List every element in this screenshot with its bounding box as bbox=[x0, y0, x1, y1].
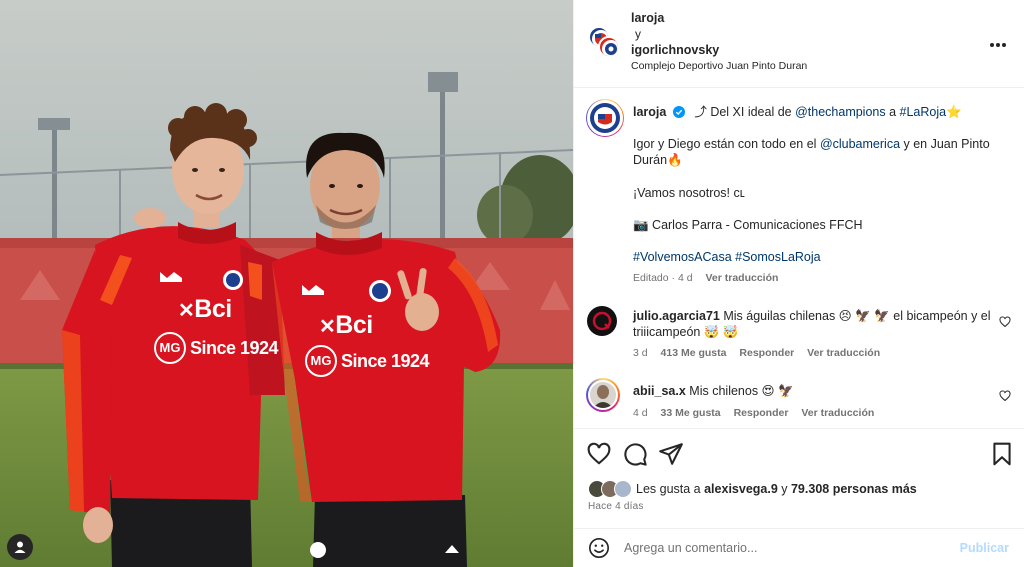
sponsor-name: Bci bbox=[194, 295, 232, 323]
mg-logo: MG bbox=[305, 345, 337, 377]
caption-text-2b: y en Juan Pinto bbox=[900, 137, 990, 151]
comment-text: Mis águilas chilenas 😣 🦅 🦅 el bicampeón … bbox=[719, 309, 991, 323]
mention-thechampions[interactable]: @thechampions bbox=[795, 105, 886, 119]
caption-avatar[interactable] bbox=[587, 100, 623, 136]
fire-emoji: 🔥 bbox=[667, 153, 683, 167]
caption-text-1: Del XI ideal de bbox=[706, 105, 796, 119]
heart-icon[interactable] bbox=[999, 316, 1011, 328]
post-time[interactable]: Hace 4 días bbox=[588, 501, 644, 512]
post-image[interactable]: ✕Bci MG Since 1924 ✕Bci MG Since 1924 bbox=[0, 0, 573, 567]
caption-credit: 📷 Carlos Parra - Comunicaciones FFCH bbox=[633, 218, 863, 232]
author-igor-link[interactable]: igorlichnovsky bbox=[631, 42, 719, 58]
avatar-igorlichnovsky[interactable] bbox=[598, 36, 620, 58]
add-comment-bar: Publicar bbox=[574, 528, 1024, 567]
q-logo-icon bbox=[592, 311, 612, 331]
caption-text-2a: Igor y Diego están con todo en el bbox=[633, 137, 820, 151]
caption-meta: Editado · 4 d Ver traducción bbox=[633, 272, 788, 284]
training-photo bbox=[0, 0, 573, 567]
see-translation-link[interactable]: Ver traducción bbox=[801, 407, 874, 419]
heart-icon[interactable] bbox=[999, 390, 1011, 402]
caption-hashtags[interactable]: #VolvemosACasa #SomosLaRoja bbox=[633, 249, 821, 265]
comment-avatar[interactable] bbox=[588, 380, 618, 410]
tagged-users-button[interactable] bbox=[7, 534, 33, 560]
caption-line-4: ¡Vamos nosotros! ᴄʟ bbox=[633, 186, 745, 200]
post-actions: Les gusta a alexisvega.9 y 79.308 person… bbox=[574, 428, 1024, 528]
comments-section[interactable]: laroja ⤴ Del XI ideal de @thechampions a… bbox=[574, 88, 1024, 428]
sponsor-name: Bci bbox=[335, 311, 373, 339]
comment-input[interactable] bbox=[624, 538, 944, 558]
reply-button[interactable]: Responder bbox=[734, 407, 789, 419]
hashtag-laroja[interactable]: #LaRoja bbox=[900, 105, 947, 119]
likes-text: Les gusta a alexisvega.9 y 79.308 person… bbox=[636, 482, 917, 496]
since-text: Since 1924 bbox=[190, 337, 279, 358]
authors: laroja y igorlichnovsky bbox=[631, 10, 719, 58]
comment-likes[interactable]: 413 Me gusta bbox=[661, 347, 727, 359]
liker-username[interactable]: alexisvega.9 bbox=[704, 482, 778, 496]
chile-crest-icon bbox=[590, 103, 620, 133]
comment-1-line-1: julio.agarcia71 Mis águilas chilenas 😣 🦅… bbox=[633, 308, 991, 324]
since-text: Since 1924 bbox=[341, 350, 430, 371]
location-link[interactable]: Complejo Deportivo Juan Pinto Duran bbox=[631, 60, 807, 72]
comment-avatar[interactable] bbox=[587, 306, 617, 336]
star-emoji: ⭐ bbox=[946, 105, 962, 119]
comment-time: 3 d bbox=[633, 347, 648, 359]
caption-line-3: Durán🔥 bbox=[633, 152, 683, 168]
publish-button[interactable]: Publicar bbox=[960, 541, 1009, 555]
likes-middle: y bbox=[777, 482, 791, 496]
post-side-panel: laroja y igorlichnovsky Complejo Deporti… bbox=[573, 0, 1024, 567]
mention-clubamerica[interactable]: @clubamerica bbox=[820, 137, 900, 151]
likes-count[interactable]: 79.308 personas más bbox=[791, 482, 917, 496]
instagram-post: ✕Bci MG Since 1924 ✕Bci MG Since 1924 la… bbox=[0, 0, 1024, 567]
likes-prefix: Les gusta a bbox=[636, 482, 705, 496]
mg-since-right: MG Since 1924 bbox=[305, 345, 430, 377]
collab-avatars[interactable] bbox=[588, 26, 622, 60]
likes-summary[interactable]: Les gusta a alexisvega.9 y 79.308 person… bbox=[588, 479, 917, 499]
caption-text-3: Durán bbox=[633, 153, 668, 167]
user-photo-icon bbox=[593, 385, 613, 408]
caption-text-1b: a bbox=[885, 105, 900, 119]
comment-likes[interactable]: 33 Me gusta bbox=[661, 407, 721, 419]
comment-time: 4 d bbox=[633, 407, 648, 419]
chile-crest-icon bbox=[602, 40, 618, 56]
upload-emoji: ⤴ bbox=[694, 105, 707, 119]
comment-2-meta: 4 d 33 Me gusta Responder Ver traducción bbox=[633, 407, 884, 419]
comment-1-line-2: triiicampeón 🤯 🤯 bbox=[633, 325, 739, 339]
mg-since-left: MG Since 1924 bbox=[154, 332, 279, 364]
comment-1-meta: 3 d 413 Me gusta Responder Ver traducció… bbox=[633, 347, 890, 359]
see-translation-link[interactable]: Ver traducción bbox=[705, 272, 778, 284]
verified-badge-icon bbox=[672, 106, 685, 122]
authors-connector: y bbox=[635, 27, 641, 41]
user-icon bbox=[14, 541, 26, 553]
sponsor-mark: ✕ bbox=[178, 300, 195, 322]
mg-logo: MG bbox=[154, 332, 186, 364]
emoji-icon[interactable] bbox=[588, 537, 610, 559]
comment-2-line-1: abii_sa.x Mis chilenos 😍 🦅 bbox=[633, 383, 794, 399]
sponsor-mark: ✕ bbox=[319, 316, 336, 338]
sponsor-bci-right: ✕Bci bbox=[319, 312, 373, 340]
more-options-button[interactable] bbox=[989, 32, 1007, 53]
liker-avatars bbox=[588, 480, 636, 498]
save-bookmark-icon[interactable] bbox=[989, 441, 1015, 467]
comment-username[interactable]: abii_sa.x bbox=[633, 384, 686, 398]
caption-line-1: laroja ⤴ Del XI ideal de @thechampions a… bbox=[633, 104, 962, 122]
see-translation-link[interactable]: Ver traducción bbox=[807, 347, 880, 359]
more-horizontal-icon bbox=[990, 43, 1006, 47]
liker-avatar bbox=[614, 480, 632, 498]
reply-button[interactable]: Responder bbox=[739, 347, 794, 359]
author-laroja-link[interactable]: laroja bbox=[631, 10, 719, 26]
edited-time: Editado · 4 d bbox=[633, 272, 693, 284]
comment-text: Mis chilenos 😍 🦅 bbox=[685, 384, 794, 398]
caption-line-2: Igor y Diego están con todo en el @cluba… bbox=[633, 136, 990, 152]
post-header: laroja y igorlichnovsky Complejo Deporti… bbox=[574, 0, 1024, 88]
comment-username[interactable]: julio.agarcia71 bbox=[633, 309, 720, 323]
like-heart-icon[interactable] bbox=[586, 441, 612, 467]
share-icon[interactable] bbox=[658, 441, 684, 467]
sponsor-bci-left: ✕Bci bbox=[178, 296, 232, 324]
comment-icon[interactable] bbox=[622, 441, 648, 467]
caption-username[interactable]: laroja bbox=[633, 105, 666, 119]
